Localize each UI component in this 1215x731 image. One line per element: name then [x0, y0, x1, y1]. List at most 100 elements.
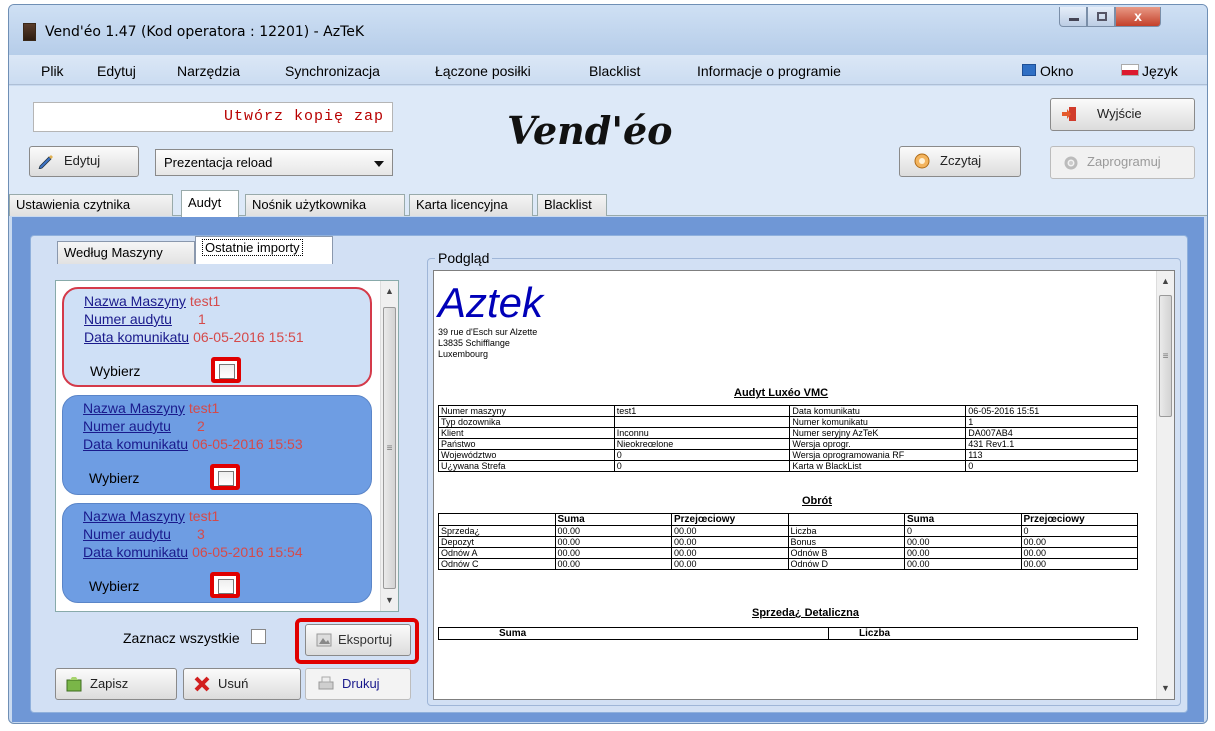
list-scrollbar[interactable]: ▲ ≡ ▼ — [380, 281, 398, 611]
export-highlight — [295, 618, 419, 664]
scroll-down-icon[interactable]: ▼ — [1157, 680, 1174, 697]
obrot-cell: 00.00 — [1020, 536, 1138, 548]
imports-list[interactable]: Nazwa Maszyny test1 Numer audytu 1 Data ko… — [55, 280, 399, 612]
select-all-checkbox[interactable] — [251, 629, 266, 644]
monitor-icon — [1022, 64, 1036, 76]
company-logo: Aztek — [438, 279, 544, 326]
zaprogramuj-button[interactable]: Zaprogramuj — [1050, 146, 1195, 179]
choose-checkbox[interactable] — [211, 357, 241, 383]
address-line: 39 rue d'Esch sur Alzette — [438, 327, 538, 337]
date-value: 06-05-2016 15:51 — [193, 329, 304, 345]
date-value: 06-05-2016 15:54 — [192, 544, 303, 560]
subtab-ostatnie-importy[interactable]: Ostatnie importy — [195, 236, 333, 264]
audit-no-value: 2 — [196, 418, 205, 434]
obrot-cell: 00.00 — [671, 525, 789, 537]
tab-audyt[interactable]: Audyt — [181, 190, 239, 217]
scroll-up-icon[interactable]: ▲ — [1157, 273, 1174, 290]
machine-value: test1 — [188, 508, 220, 524]
minimize-icon — [1069, 18, 1079, 21]
choose-checkbox[interactable] — [210, 572, 240, 598]
info-cell: 0 — [965, 460, 1138, 472]
info-cell: test1 — [613, 405, 791, 417]
menu-blacklist[interactable]: Blacklist — [589, 63, 640, 79]
address-line: Luxembourg — [438, 349, 489, 359]
obrot-cell: Bonus — [787, 536, 905, 548]
obrot-cell: 0 — [1020, 525, 1138, 537]
company-address: 39 rue d'Esch sur Alzette L3835 Schiffla… — [438, 327, 537, 360]
machine-label: Nazwa Maszyny — [83, 400, 185, 416]
edytuj-label: Edytuj — [64, 153, 101, 168]
maximize-button[interactable] — [1087, 7, 1115, 27]
obrot-cell: Depozyt — [438, 536, 556, 548]
obrot-header: Przejœciowy — [1020, 513, 1138, 526]
main-area: Według Maszyny Ostatnie importy Nazwa Ma… — [12, 217, 1204, 722]
pencil-icon — [38, 155, 53, 169]
drukuj-button[interactable]: Drukuj — [305, 668, 411, 700]
zczytaj-button[interactable]: Zczytaj — [899, 146, 1021, 177]
scroll-up-icon[interactable]: ▲ — [381, 283, 398, 300]
scroll-thumb[interactable]: ≡ — [1159, 295, 1172, 417]
close-button[interactable]: x — [1115, 7, 1161, 27]
info-cell: Numer maszyny — [438, 405, 615, 417]
obrot-cell: Odnów B — [787, 547, 905, 559]
obrot-header-row: Suma Przejœciowy Suma Przejœciowy — [438, 513, 1138, 526]
info-cell: DA007AB4 — [965, 427, 1138, 439]
obrot-cell: Odnów A — [438, 547, 556, 559]
list-item[interactable]: Nazwa Maszyny test1 Numer audytu 1 Data ko… — [62, 287, 372, 387]
info-row: Państwo Nieokreœlone Wersja oprogr. 431 Rev… — [438, 438, 1138, 450]
preset-select[interactable]: Prezentacja reload — [155, 149, 393, 176]
minimize-button[interactable] — [1059, 7, 1087, 27]
list-item[interactable]: Nazwa Maszyny test1 Numer audytu 2 Data ko… — [62, 395, 372, 495]
menu-informacje[interactable]: Informacje o programie — [697, 63, 841, 79]
subtab-wedlug-maszyny[interactable]: Według Maszyny — [57, 241, 195, 264]
menu-plik[interactable]: Plik — [41, 63, 64, 79]
menu-synchronizacja[interactable]: Synchronizacja — [285, 63, 380, 79]
obrot-cell: 00.00 — [671, 558, 789, 570]
toolbar-area: Utwórz kopię zap Vend'éo Edytuj Prezenta… — [9, 86, 1207, 190]
scroll-thumb[interactable]: ≡ — [383, 307, 396, 589]
tab-ustawienia-czytnika[interactable]: Ustawienia czytnika — [9, 194, 173, 216]
delete-icon — [194, 676, 210, 692]
menu-okno[interactable]: Okno — [1040, 63, 1073, 79]
obrot-cell: 00.00 — [1020, 558, 1138, 570]
exit-icon — [1062, 107, 1076, 121]
info-cell: Województwo — [438, 449, 615, 461]
obrot-row: Depozyt 00.00 00.00 Bonus 00.00 00.00 — [438, 536, 1138, 548]
info-table: Numer maszyny test1 Data komunikatu 06-05-2… — [438, 405, 1138, 472]
tab-nosnik-uzytkownika[interactable]: Nośnik użytkownika — [245, 194, 405, 216]
scroll-down-icon[interactable]: ▼ — [381, 592, 398, 609]
read-icon — [914, 153, 930, 169]
menu-jezyk[interactable]: Język — [1142, 63, 1178, 79]
info-cell — [613, 416, 791, 428]
wyjscie-button[interactable]: Wyjście — [1050, 98, 1195, 131]
obrot-cell: 00.00 — [1020, 547, 1138, 559]
report-preview[interactable]: Aztek 39 rue d'Esch sur Alzette L3835 Sc… — [433, 270, 1175, 700]
obrot-cell: Odnów D — [787, 558, 905, 570]
choose-label: Wybierz — [89, 470, 140, 486]
usun-button[interactable]: Usuń — [183, 668, 301, 700]
backup-status: Utwórz kopię zap — [33, 102, 393, 132]
save-icon — [66, 677, 82, 692]
menu-narzedzia[interactable]: Narzędzia — [177, 63, 240, 79]
chevron-down-icon — [374, 161, 384, 167]
select-all-label: Zaznacz wszystkie — [123, 630, 240, 646]
info-cell: 431 Rev1.1 — [965, 438, 1138, 450]
obrot-cell: 00.00 — [671, 536, 789, 548]
audit-no-label: Numer audytu — [84, 311, 172, 327]
obrot-cell: 00.00 — [554, 547, 672, 559]
list-item[interactable]: Nazwa Maszyny test1 Numer audytu 3 Data ko… — [62, 503, 372, 603]
retail-title: Sprzeda¿ Detaliczna — [752, 607, 859, 619]
menu-laczone-posilki[interactable]: Łączone posiłki — [435, 63, 531, 79]
tab-blacklist[interactable]: Blacklist — [537, 194, 607, 216]
edytuj-button[interactable]: Edytuj — [29, 146, 139, 177]
audit-no-label: Numer audytu — [83, 526, 171, 542]
vendeo-logo: Vend'éo — [507, 108, 673, 153]
menu-edytuj[interactable]: Edytuj — [97, 63, 136, 79]
date-label: Data komunikatu — [83, 436, 189, 452]
date-label: Data komunikatu — [83, 544, 189, 560]
choose-checkbox[interactable] — [210, 464, 240, 490]
tab-karta-licencyjna[interactable]: Karta licencyjna — [409, 194, 533, 216]
zapisz-button[interactable]: Zapisz — [55, 668, 177, 700]
preview-scrollbar[interactable]: ▲ ≡ ▼ — [1156, 271, 1174, 699]
info-cell: Typ dozownika — [438, 416, 615, 428]
